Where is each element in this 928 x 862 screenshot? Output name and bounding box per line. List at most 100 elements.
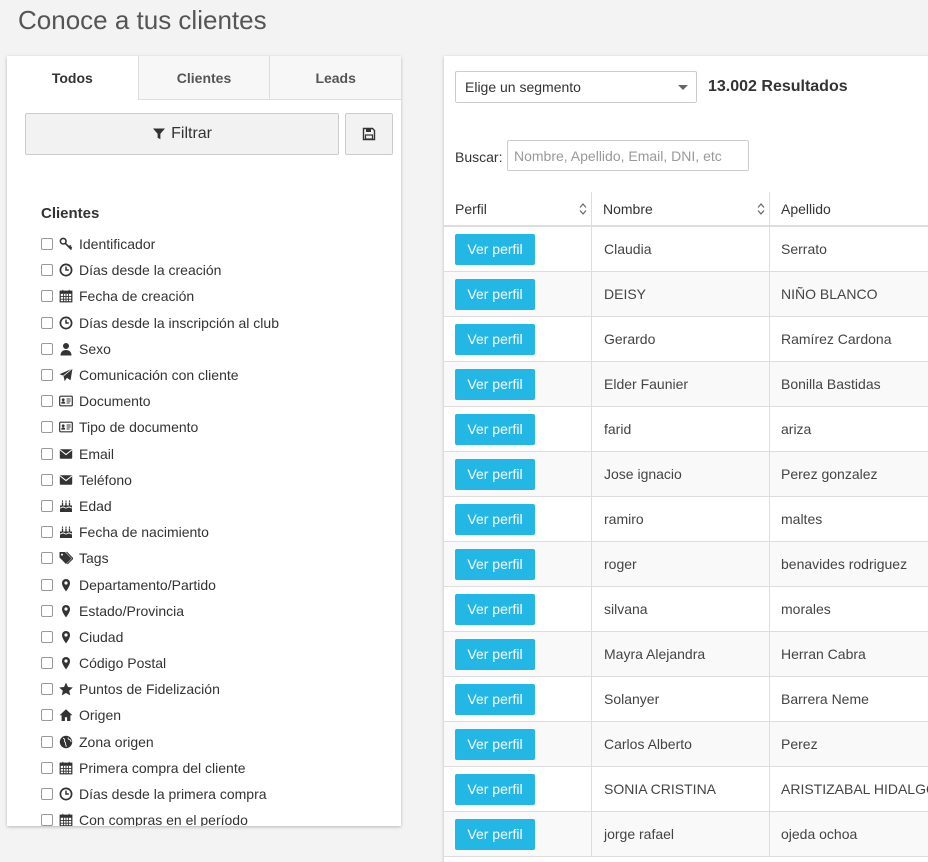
perfil-cell: Ver perfil xyxy=(444,812,592,856)
field-checkbox[interactable] xyxy=(41,447,53,460)
field-item: Código Postal xyxy=(41,650,279,676)
table-row: Ver perfil Jose ignacio Perez gonzalez xyxy=(444,452,928,497)
perfil-cell: Ver perfil xyxy=(444,767,592,811)
view-profile-button[interactable]: Ver perfil xyxy=(455,458,535,490)
field-label: Estado/Provincia xyxy=(79,602,185,619)
view-profile-button[interactable]: Ver perfil xyxy=(455,548,535,580)
field-label: Comunicación con cliente xyxy=(79,367,239,384)
birthday-cake-icon xyxy=(59,499,73,513)
view-profile-button[interactable]: Ver perfil xyxy=(455,278,535,310)
envelope-icon xyxy=(59,447,73,461)
fields-section-title: Clientes xyxy=(41,205,100,222)
column-header-perfil[interactable]: Perfil xyxy=(444,192,592,225)
filter-button[interactable]: Filtrar xyxy=(25,113,340,155)
view-profile-button[interactable]: Ver perfil xyxy=(455,233,535,265)
nombre-cell: silvana xyxy=(592,587,770,631)
segment-select-value: Elige un segmento xyxy=(465,79,581,95)
field-checkbox[interactable] xyxy=(41,683,53,696)
field-item: Días desde la primera compra xyxy=(41,781,279,807)
perfil-cell: Ver perfil xyxy=(444,317,592,361)
view-profile-button[interactable]: Ver perfil xyxy=(455,683,535,715)
field-item: Zona origen xyxy=(41,729,279,755)
results-panel: Elige un segmento 13.002 Resultados Busc… xyxy=(444,56,928,862)
nombre-cell: farid xyxy=(592,407,770,451)
field-checkbox[interactable] xyxy=(41,526,53,539)
perfil-cell: Ver perfil xyxy=(444,407,592,451)
field-checkbox[interactable] xyxy=(41,421,53,434)
apellido-cell: ojeda ochoa xyxy=(770,812,928,856)
field-checkbox[interactable] xyxy=(41,316,53,329)
table-row: Ver perfil Gerardo Ramírez Cardona xyxy=(444,317,928,362)
view-profile-button[interactable]: Ver perfil xyxy=(455,323,535,355)
field-label: Tipo de documento xyxy=(79,419,199,436)
field-checkbox[interactable] xyxy=(41,473,53,486)
field-item: Fecha de nacimiento xyxy=(41,519,279,545)
field-checkbox[interactable] xyxy=(41,657,53,670)
map-marker-icon xyxy=(59,630,73,644)
field-checkbox[interactable] xyxy=(41,499,53,512)
segment-select[interactable]: Elige un segmento xyxy=(455,71,697,103)
view-profile-button[interactable]: Ver perfil xyxy=(455,818,535,850)
view-profile-button[interactable]: Ver perfil xyxy=(455,638,535,670)
search-input[interactable] xyxy=(507,140,749,171)
field-item: Tags xyxy=(41,545,279,571)
envelope-icon xyxy=(59,473,73,487)
field-checkbox[interactable] xyxy=(41,761,53,774)
field-checkbox[interactable] xyxy=(41,238,53,251)
table-header: Perfil Nombre Apellido xyxy=(444,192,928,227)
field-checkbox[interactable] xyxy=(41,630,53,643)
view-profile-button[interactable]: Ver perfil xyxy=(455,773,535,805)
globe-icon xyxy=(59,735,73,749)
table-row: Ver perfil jorge rafael ojeda ochoa xyxy=(444,812,928,857)
calendar-icon xyxy=(59,761,73,775)
view-profile-button[interactable]: Ver perfil xyxy=(455,413,535,445)
field-checkbox[interactable] xyxy=(41,369,53,382)
field-item: Sexo xyxy=(41,336,279,362)
field-item: Días desde la inscripción al club xyxy=(41,310,279,336)
field-checkbox[interactable] xyxy=(41,735,53,748)
view-profile-button[interactable]: Ver perfil xyxy=(455,728,535,760)
map-marker-icon xyxy=(59,578,73,592)
field-checkbox[interactable] xyxy=(41,709,53,722)
field-label: Puntos de Fidelización xyxy=(79,681,220,698)
save-filter-button[interactable] xyxy=(345,113,393,155)
view-profile-button[interactable]: Ver perfil xyxy=(455,593,535,625)
field-item: Origen xyxy=(41,702,279,728)
field-checkbox[interactable] xyxy=(41,342,53,355)
perfil-cell: Ver perfil xyxy=(444,722,592,766)
field-checkbox[interactable] xyxy=(41,264,53,277)
field-label: Sexo xyxy=(79,340,111,357)
perfil-cell: Ver perfil xyxy=(444,272,592,316)
apellido-cell: ariza xyxy=(770,407,928,451)
field-checkbox[interactable] xyxy=(41,788,53,801)
field-checkbox[interactable] xyxy=(41,552,53,565)
field-checkbox[interactable] xyxy=(41,395,53,408)
column-header-apellido[interactable]: Apellido xyxy=(770,192,928,225)
field-checkbox[interactable] xyxy=(41,290,53,303)
clock-icon xyxy=(59,263,73,277)
apellido-cell: Perez xyxy=(770,722,928,766)
field-checkbox[interactable] xyxy=(41,578,53,591)
column-header-nombre[interactable]: Nombre xyxy=(592,192,770,225)
view-profile-button[interactable]: Ver perfil xyxy=(455,368,535,400)
field-label: Con compras en el período xyxy=(79,812,248,826)
filter-icon xyxy=(152,127,166,141)
apellido-cell: Herran Cabra xyxy=(770,632,928,676)
apellido-cell: NIÑO BLANCO xyxy=(770,272,928,316)
table-row: Ver perfil silvana morales xyxy=(444,587,928,632)
apellido-cell: Barrera Neme xyxy=(770,677,928,721)
tab-clientes[interactable]: Clientes xyxy=(137,56,270,100)
field-checkbox[interactable] xyxy=(41,814,53,826)
nombre-cell: Mayra Alejandra xyxy=(592,632,770,676)
birthday-cake-icon xyxy=(59,525,73,539)
apellido-cell: Serrato xyxy=(770,227,928,271)
field-item: Identificador xyxy=(41,231,279,257)
field-item: Departamento/Partido xyxy=(41,571,279,597)
view-profile-button[interactable]: Ver perfil xyxy=(455,503,535,535)
tab-leads[interactable]: Leads xyxy=(269,56,401,100)
field-item: Puntos de Fidelización xyxy=(41,676,279,702)
tab-todos[interactable]: Todos xyxy=(7,56,138,100)
table-body: Ver perfil Claudia Serrato Ver perfil DEISY N… xyxy=(444,227,928,857)
field-checkbox[interactable] xyxy=(41,604,53,617)
field-label: Teléfono xyxy=(79,471,132,488)
